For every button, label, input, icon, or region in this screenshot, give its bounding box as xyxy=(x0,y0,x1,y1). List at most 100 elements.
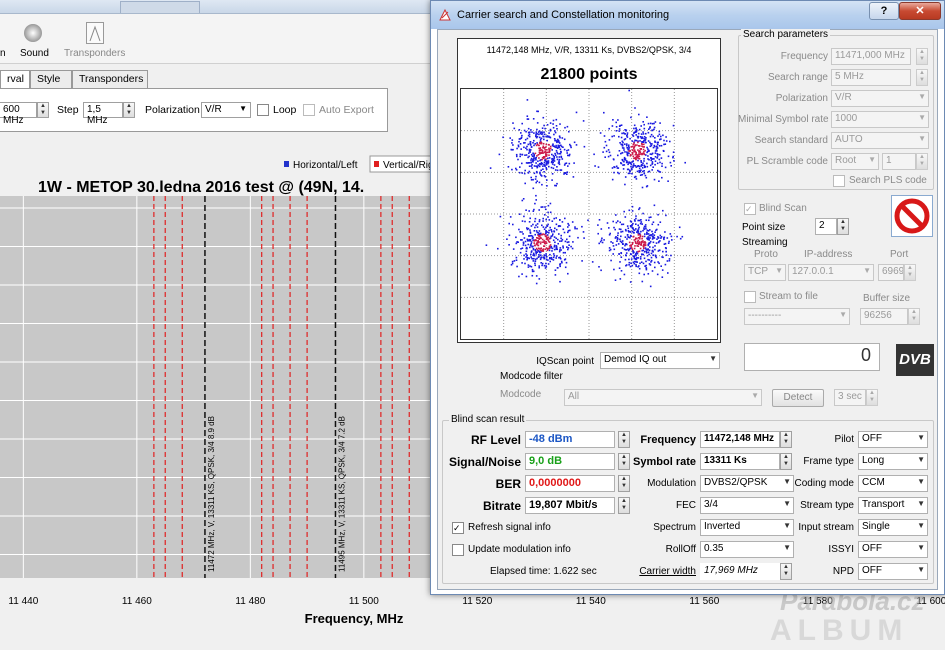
iq-point xyxy=(555,149,558,152)
proto-select[interactable]: TCP ▼ xyxy=(744,264,786,281)
sp-pl-select[interactable]: Root ▼ xyxy=(831,153,879,170)
iq-point xyxy=(533,157,535,160)
port-spinner[interactable]: ▲ ▼ xyxy=(904,264,916,281)
tab-transponders[interactable]: Transponders xyxy=(72,70,148,88)
point-size-input[interactable]: 2 xyxy=(815,218,837,235)
frame-type-select[interactable]: Long ▼ xyxy=(858,453,928,470)
search-pls-checkbox[interactable] xyxy=(833,175,845,187)
iq-point xyxy=(563,138,566,141)
iq-point xyxy=(551,250,553,252)
frequency-spinner[interactable]: ▲ ▼ xyxy=(37,102,49,118)
fec-select[interactable]: 3/4 ▼ xyxy=(700,497,794,514)
iq-point xyxy=(649,122,652,125)
iq-point xyxy=(642,262,645,265)
tab-style[interactable]: Style xyxy=(30,70,72,88)
blind-scan-checkbox[interactable]: ✓ xyxy=(744,203,756,215)
iq-point xyxy=(556,166,558,168)
iq-point xyxy=(626,238,628,240)
point-size-spinner[interactable]: ▲ ▼ xyxy=(837,218,849,235)
spectrum-select[interactable]: Inverted ▼ xyxy=(700,519,794,536)
iq-point xyxy=(567,247,570,249)
sp-msr-select[interactable]: 1000 ▼ xyxy=(831,111,929,128)
symbol-rate-spinner[interactable]: ▲ ▼ xyxy=(780,453,792,470)
iq-point xyxy=(543,245,545,247)
iq-point xyxy=(574,226,576,228)
frequency-label: Frequency xyxy=(640,434,696,446)
iq-point xyxy=(546,231,549,233)
iq-point xyxy=(631,264,634,267)
iq-point xyxy=(547,223,549,226)
iq-point xyxy=(633,150,635,153)
iq-point xyxy=(541,158,543,161)
dialog-titlebar[interactable]: Carrier search and Constellation monitor… xyxy=(431,1,944,29)
iq-point xyxy=(541,262,544,265)
rolloff-select[interactable]: 0.35 ▼ xyxy=(700,541,794,558)
iq-point xyxy=(522,233,524,235)
iqscan-select[interactable]: Demod IQ out ▼ xyxy=(600,352,720,369)
help-button[interactable]: ? xyxy=(869,2,899,20)
sp-pl-value: Root xyxy=(835,155,857,166)
modcode-select[interactable]: All ▼ xyxy=(564,389,762,406)
iq-point xyxy=(644,224,647,226)
coding-mode-select[interactable]: CCM ▼ xyxy=(858,475,928,492)
sp-pl-code-spinner[interactable]: ▲ ▼ xyxy=(916,153,928,170)
detect-seconds-spinner[interactable]: ▲ ▼ xyxy=(866,389,878,406)
iq-point xyxy=(535,253,537,255)
iq-point xyxy=(516,155,518,158)
detect-seconds-input[interactable]: 3 sec xyxy=(834,389,866,406)
stream-file-select[interactable]: ---------- ▼ xyxy=(744,308,850,325)
detect-button[interactable]: Detect xyxy=(772,389,824,407)
iq-point xyxy=(629,162,632,164)
sp-frequency-spinner[interactable]: ▲ ▼ xyxy=(916,48,928,65)
iq-point xyxy=(531,131,533,133)
npd-select[interactable]: OFF ▼ xyxy=(858,563,928,580)
carrier-width-spinner[interactable]: ▲ ▼ xyxy=(780,563,792,580)
stop-button[interactable] xyxy=(891,195,933,237)
ip-select[interactable]: 127.0.0.1 ▼ xyxy=(788,264,874,281)
loop-checkbox[interactable] xyxy=(257,104,269,116)
ber-label: BER xyxy=(495,477,521,491)
sp-frequency-input[interactable]: 11471,000 MHz xyxy=(831,48,911,65)
toolbar-item-partial[interactable]: n xyxy=(0,48,6,59)
refresh-signal-checkbox[interactable]: ✓ xyxy=(452,522,464,534)
step-input[interactable]: 1,5 MHz xyxy=(83,102,123,126)
pilot-select[interactable]: OFF ▼ xyxy=(858,431,928,448)
iq-point xyxy=(559,247,562,249)
carrier-width-label[interactable]: Carrier width xyxy=(624,566,696,577)
sp-polarization-select[interactable]: V/R ▼ xyxy=(831,90,929,107)
stream-type-select[interactable]: Transport ▼ xyxy=(858,497,928,514)
iq-point xyxy=(625,264,628,266)
iq-point xyxy=(629,172,631,175)
issyi-select[interactable]: OFF ▼ xyxy=(858,541,928,558)
buffer-size-spinner[interactable]: ▲ ▼ xyxy=(908,308,920,325)
modulation-select[interactable]: DVBS2/QPSK ▼ xyxy=(700,475,794,492)
sp-range-spinner[interactable]: ▲ ▼ xyxy=(916,69,928,86)
sp-pl-code-input[interactable]: 1 xyxy=(882,153,916,170)
iq-point xyxy=(653,204,656,207)
iq-point xyxy=(607,155,610,158)
frequency-input[interactable]: 600 MHz xyxy=(0,102,37,126)
iq-point xyxy=(646,249,649,251)
auto-export-checkbox[interactable] xyxy=(303,104,315,116)
sp-range-input[interactable]: 5 MHz xyxy=(831,69,911,86)
close-button[interactable]: ✕ xyxy=(899,2,941,20)
iq-point xyxy=(567,149,570,151)
iq-point xyxy=(540,232,542,235)
stream-to-file-checkbox[interactable] xyxy=(744,291,756,303)
input-stream-select[interactable]: Single ▼ xyxy=(858,519,928,536)
sound-button[interactable]: Sound xyxy=(20,48,49,59)
frequency-spinner[interactable]: ▲ ▼ xyxy=(780,431,792,448)
iq-point xyxy=(601,237,603,240)
update-modulation-checkbox[interactable] xyxy=(452,544,464,556)
step-spinner[interactable]: ▲ ▼ xyxy=(123,102,135,118)
iq-point xyxy=(530,157,533,160)
iq-point xyxy=(649,141,651,144)
sp-standard-select[interactable]: AUTO ▼ xyxy=(831,132,929,149)
port-input[interactable]: 6969 xyxy=(878,264,904,281)
iq-point xyxy=(538,133,540,136)
tab-interval[interactable]: rval xyxy=(0,70,30,89)
polarization-select[interactable]: V/R ▼ xyxy=(201,102,251,118)
buffer-size-input[interactable]: 96256 xyxy=(860,308,908,325)
transponders-button[interactable]: Transponders xyxy=(64,48,125,59)
iq-point xyxy=(559,256,561,259)
